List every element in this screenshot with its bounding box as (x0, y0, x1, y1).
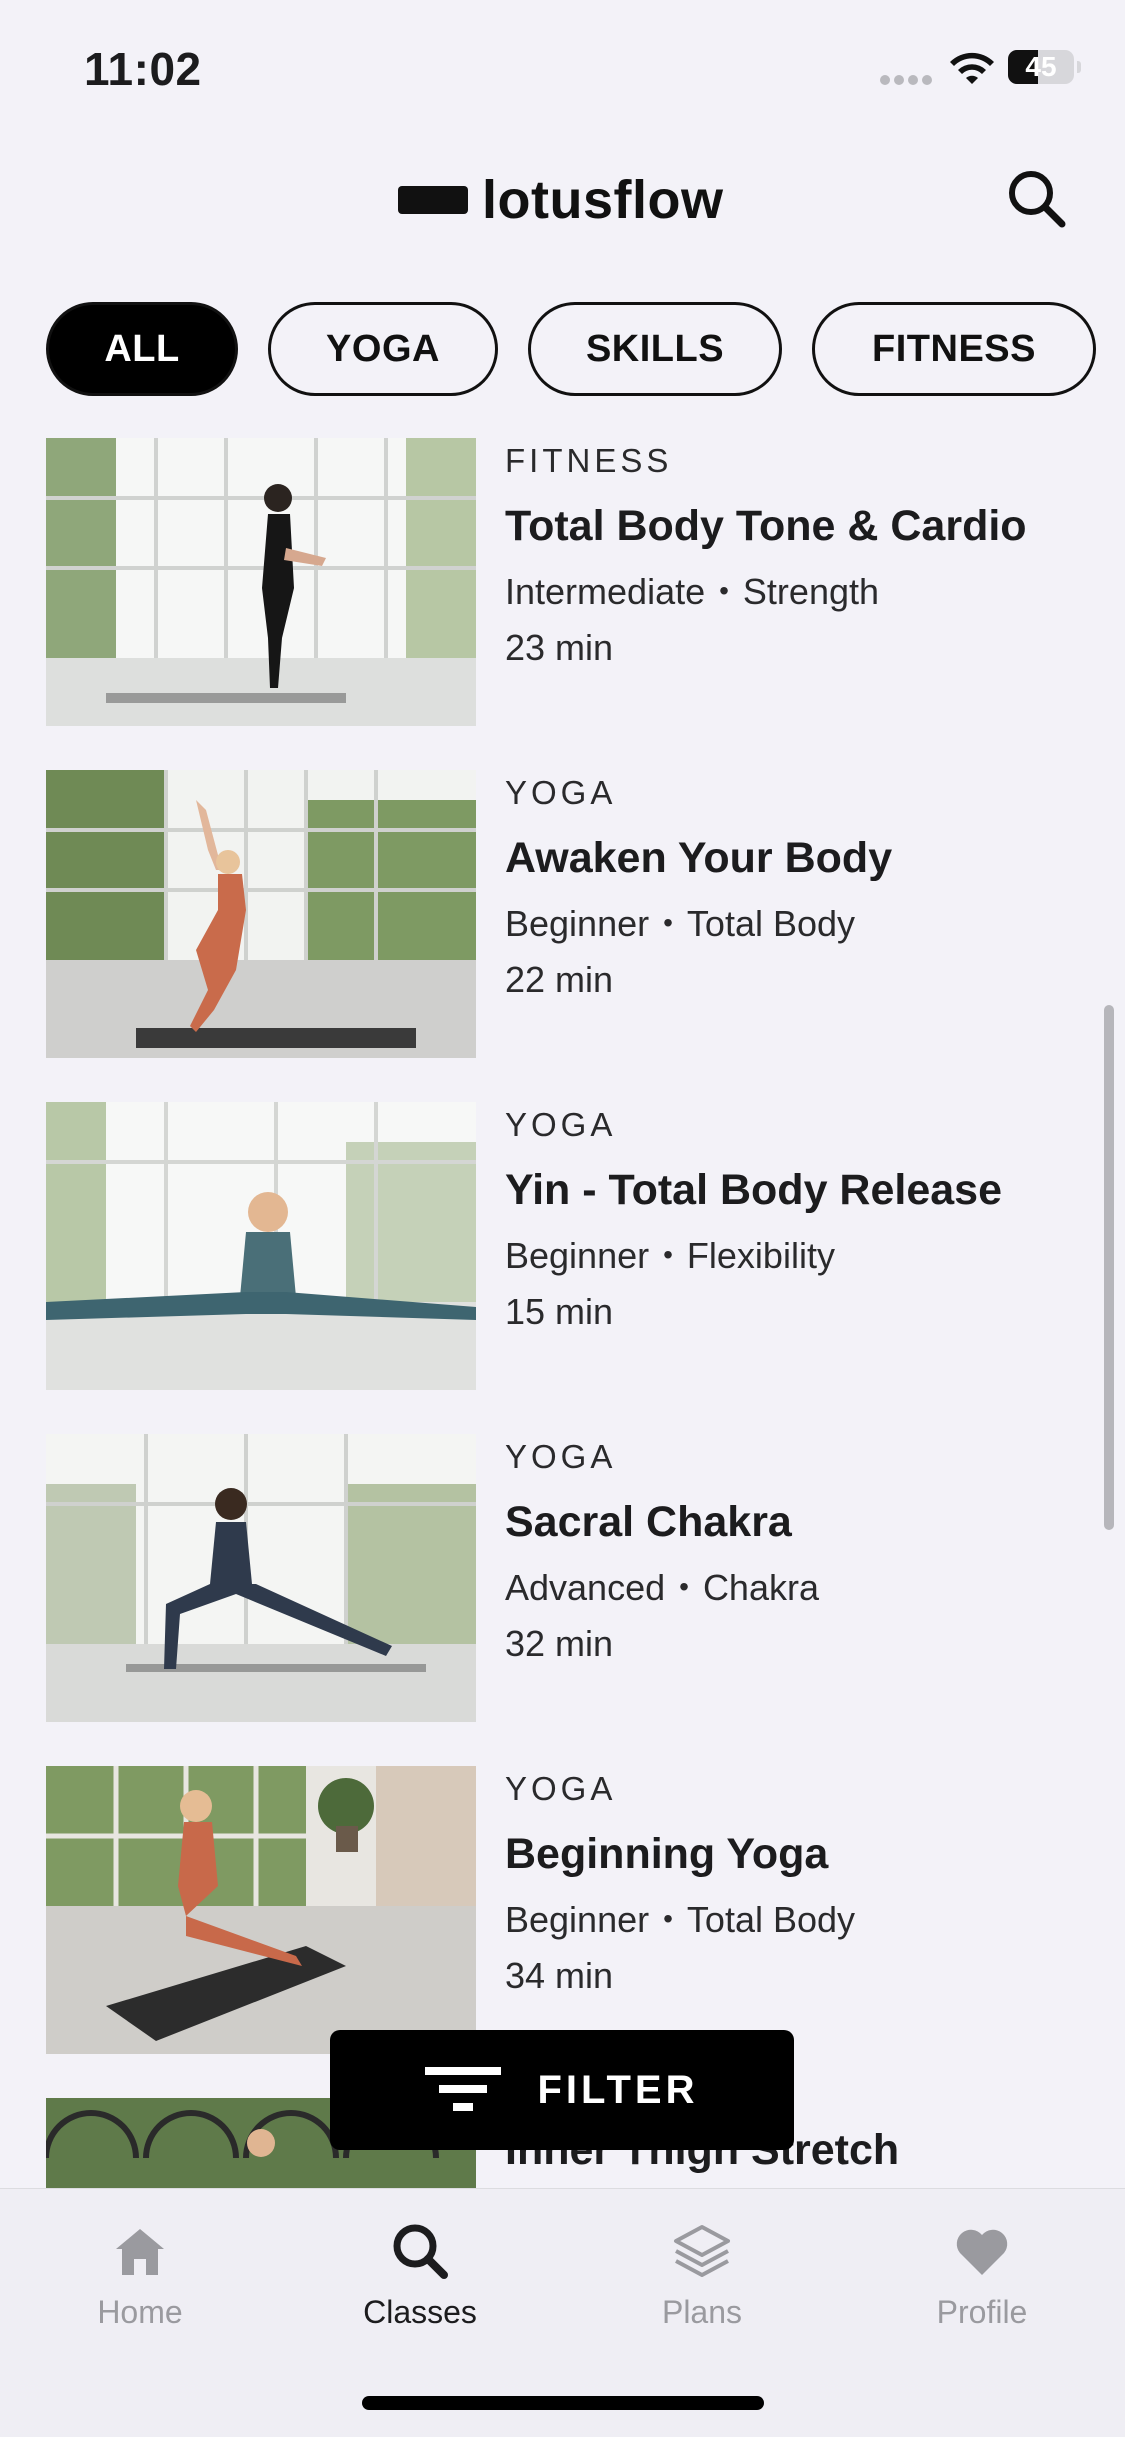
search-icon (393, 2224, 448, 2279)
class-category: YOGA (505, 1770, 617, 1807)
class-card[interactable]: YOGA Beginning Yoga Beginner • Total Body … (46, 1766, 1106, 2056)
class-info: YOGA Awaken Your Body Beginner • Total Bod… (505, 770, 1105, 1001)
class-duration: 22 min (505, 959, 614, 1000)
class-category: FITNESS (505, 442, 673, 479)
meta-separator: • (663, 1903, 673, 1934)
tab-profile[interactable]: Profile (882, 2219, 1082, 2331)
class-category: YOGA (505, 774, 617, 811)
class-category: YOGA (505, 1106, 617, 1143)
class-category: YOGA (505, 1438, 617, 1475)
class-meta: Beginner • Total Body (505, 1899, 1105, 1941)
class-thumbnail (46, 1766, 476, 2054)
class-list: FITNESS Total Body Tone & Cardio Interme… (0, 438, 1125, 2188)
class-focus: Flexibility (686, 1235, 835, 1276)
class-card[interactable]: YOGA Sacral Chakra Advanced • Chakra 32 mi… (46, 1434, 1106, 1724)
heart-icon (956, 2229, 1008, 2275)
class-title: Yin - Total Body Release (505, 1166, 1002, 1214)
layers-icon (674, 2225, 730, 2277)
class-level: Beginner (505, 903, 650, 944)
tab-classes-label: Classes (363, 2294, 477, 2330)
class-level: Intermediate (505, 571, 706, 612)
class-thumbnail (46, 770, 476, 1058)
filter-label: FILTER (537, 2067, 699, 2112)
house-icon (116, 2229, 164, 2275)
class-info: FITNESS Total Body Tone & Cardio Interme… (505, 438, 1105, 669)
filter-button[interactable]: FILTER (330, 2030, 794, 2150)
class-focus: Total Body (686, 1899, 856, 1940)
class-duration: 32 min (505, 1623, 614, 1664)
class-thumbnail (46, 1434, 476, 1722)
cellular-signal-icon (880, 72, 936, 85)
wifi-icon (950, 52, 994, 84)
class-card[interactable]: YOGA Yin - Total Body Release Beginner • F… (46, 1102, 1106, 1392)
class-focus: Total Body (686, 903, 856, 944)
class-level: Beginner (505, 1899, 650, 1940)
class-focus: Strength (742, 571, 880, 612)
class-duration: 23 min (505, 627, 614, 668)
class-info: YOGA Sacral Chakra Advanced • Chakra 32 mi… (505, 1434, 1105, 1665)
app-header: lotusflow (0, 150, 1125, 250)
class-meta: Beginner • Flexibility (505, 1235, 1105, 1277)
class-level: Advanced (505, 1567, 666, 1608)
class-card[interactable]: FITNESS Total Body Tone & Cardio Interme… (46, 438, 1106, 728)
home-indicator[interactable] (362, 2396, 764, 2410)
class-level: Beginner (505, 1235, 650, 1276)
tab-home-label: Home (97, 2294, 183, 2330)
tab-home[interactable]: Home (40, 2219, 240, 2331)
chip-fitness[interactable]: FITNESS (812, 302, 1096, 396)
class-title: Beginning Yoga (505, 1830, 829, 1878)
class-title: Sacral Chakra (505, 1498, 792, 1546)
brand-logo: lotusflow (398, 170, 723, 230)
scroll-indicator[interactable] (1104, 1005, 1114, 1530)
class-card[interactable]: YOGA Awaken Your Body Beginner • Total Bod… (46, 770, 1106, 1060)
brand-name: lotusflow (482, 170, 724, 230)
class-meta: Beginner • Total Body (505, 903, 1105, 945)
status-bar: 11:02 45 (0, 0, 1125, 130)
filter-icon (425, 2067, 502, 2111)
class-focus: Chakra (702, 1567, 819, 1608)
logo-mark-icon (398, 186, 468, 214)
tab-classes[interactable]: Classes (320, 2219, 520, 2331)
meta-separator: • (719, 575, 729, 606)
category-filter-chips: ALL YOGA SKILLS FITNESS (46, 302, 1096, 400)
tab-plans[interactable]: Plans (602, 2219, 802, 2331)
class-info: YOGA Yin - Total Body Release Beginner • F… (505, 1102, 1105, 1333)
class-title: Total Body Tone & Cardio (505, 502, 1027, 550)
meta-separator: • (663, 1239, 673, 1270)
class-duration: 15 min (505, 1291, 614, 1332)
chip-skills[interactable]: SKILLS (528, 302, 782, 396)
battery-icon: 45 (1008, 50, 1081, 84)
class-thumbnail (46, 1102, 476, 1390)
class-info: YOGA Beginning Yoga Beginner • Total Body … (505, 1766, 1105, 1997)
chip-yoga[interactable]: YOGA (268, 302, 498, 396)
status-time: 11:02 (84, 43, 202, 95)
class-duration: 34 min (505, 1955, 614, 1996)
battery-percent: 45 (1025, 51, 1057, 82)
class-thumbnail (46, 438, 476, 726)
class-title: Awaken Your Body (505, 834, 893, 882)
search-icon[interactable] (1004, 166, 1068, 230)
meta-separator: • (679, 1571, 689, 1602)
meta-separator: • (663, 907, 673, 938)
tab-profile-label: Profile (936, 2294, 1028, 2330)
class-meta: Intermediate • Strength (505, 571, 1105, 613)
tab-plans-label: Plans (661, 2294, 743, 2330)
class-meta: Advanced • Chakra (505, 1567, 1105, 1609)
chip-all[interactable]: ALL (46, 302, 238, 396)
